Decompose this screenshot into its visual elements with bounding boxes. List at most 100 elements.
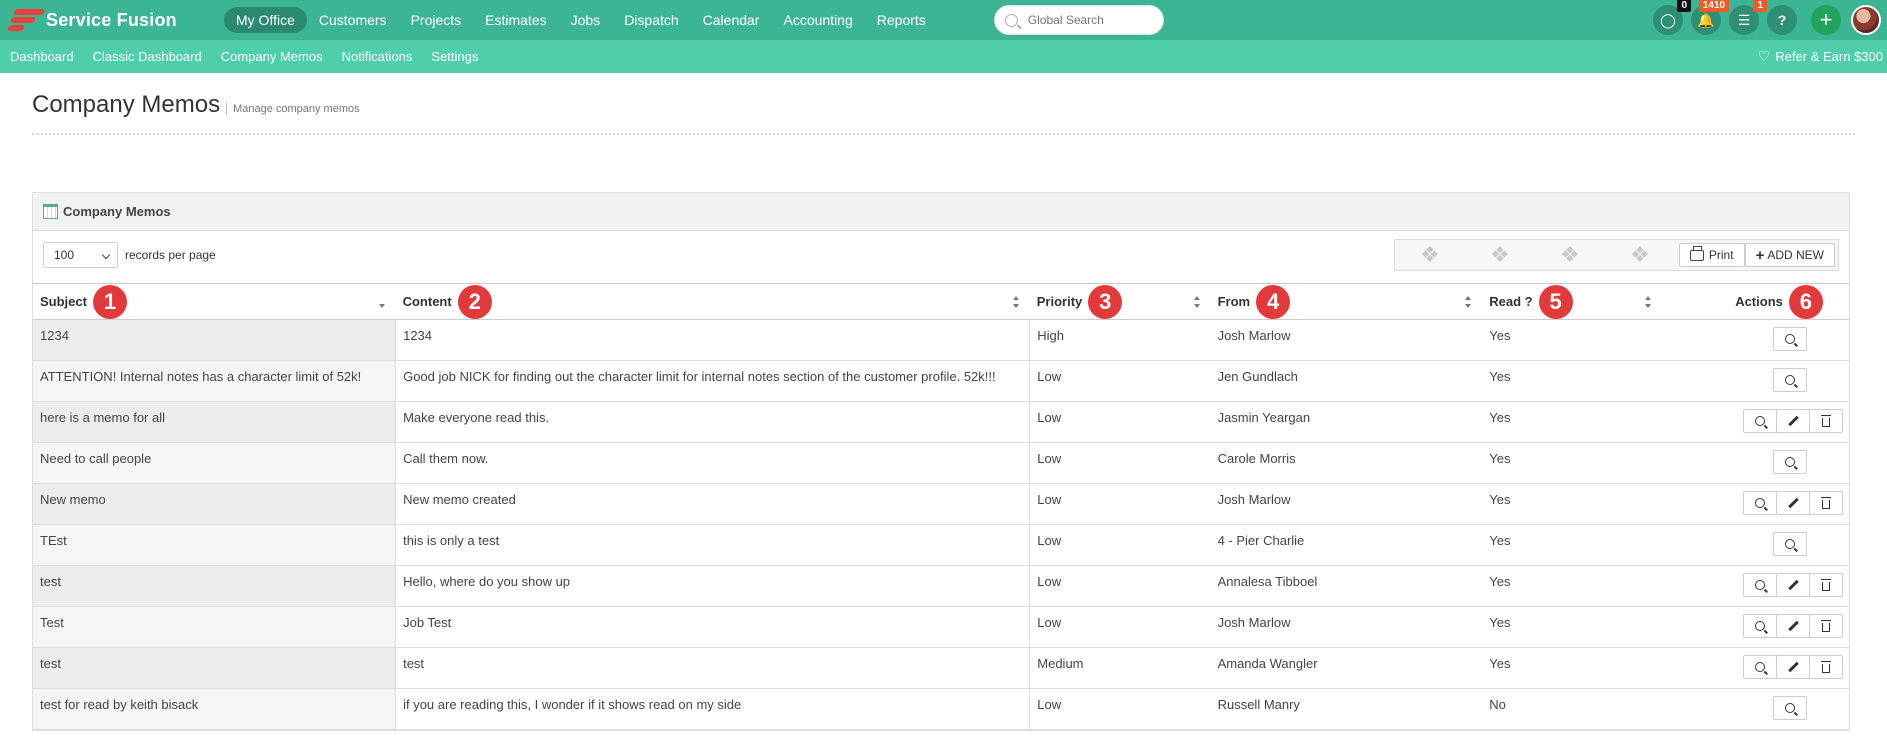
view-button[interactable]	[1773, 532, 1807, 556]
content-cell: Good job NICK for finding out the charac…	[395, 360, 1031, 402]
nav-jobs[interactable]: Jobs	[559, 7, 613, 33]
add-button[interactable]: +	[1811, 5, 1841, 35]
plus-icon: +	[1819, 7, 1833, 32]
global-search[interactable]	[993, 5, 1164, 35]
column-header-read[interactable]: Read ? 5	[1482, 283, 1663, 320]
records-per-page-select[interactable]: 100	[43, 242, 118, 268]
delete-button[interactable]	[1809, 491, 1843, 515]
actions-cell	[1662, 483, 1849, 525]
print-label: Print	[1708, 248, 1734, 262]
tasks-button[interactable]: ☰ 1	[1729, 0, 1767, 35]
column-header-content[interactable]: Content 2	[395, 283, 1030, 320]
app-logo[interactable]: Service Fusion	[0, 6, 224, 34]
nav-reports[interactable]: Reports	[865, 7, 938, 33]
delete-button[interactable]	[1809, 573, 1843, 597]
from-cell: Josh Marlow	[1210, 483, 1483, 525]
help-icon: ?	[1777, 12, 1787, 28]
content-cell: if you are reading this, I wonder if it …	[395, 688, 1031, 730]
column-label: Actions	[1735, 294, 1783, 309]
refer-earn-link[interactable]: ♡ Refer & Earn $300	[1758, 40, 1883, 73]
subnav-notifications[interactable]: Notifications	[332, 49, 422, 64]
edit-button[interactable]	[1776, 573, 1810, 597]
from-cell: Annalesa Tibboel	[1210, 565, 1483, 607]
table-controls: 100 records per page ❖ ❖ ❖ ❖ Print + ADD…	[33, 231, 1849, 283]
edit-button[interactable]	[1776, 614, 1810, 638]
view-button[interactable]	[1773, 696, 1807, 720]
table-row: test for read by keith bisack if you are …	[33, 688, 1849, 730]
action-buttons	[1743, 655, 1843, 679]
panel-title: Company Memos	[63, 204, 171, 219]
chat-button[interactable]: ◯ 0	[1653, 0, 1691, 35]
print-button[interactable]: Print	[1678, 243, 1745, 267]
from-cell: Amanda Wangler	[1210, 647, 1483, 689]
view-button[interactable]	[1743, 614, 1777, 638]
nav-accounting[interactable]: Accounting	[771, 7, 864, 33]
puzzle-icon[interactable]: ❖	[1605, 240, 1675, 270]
nav-projects[interactable]: Projects	[399, 7, 474, 33]
pencil-icon	[1787, 661, 1799, 673]
subnav-company-memos[interactable]: Company Memos	[211, 49, 332, 64]
subnav-settings[interactable]: Settings	[421, 49, 487, 64]
add-new-button[interactable]: + ADD NEW	[1744, 243, 1835, 267]
search-icon	[1755, 416, 1765, 426]
list-icon: ☰	[1737, 11, 1751, 28]
delete-button[interactable]	[1809, 655, 1843, 679]
nav-customers[interactable]: Customers	[307, 7, 399, 33]
column-label: From	[1217, 294, 1251, 309]
from-cell: 4 - Pier Charlie	[1210, 524, 1483, 566]
marker-badge: 4	[1256, 285, 1291, 319]
column-header-priority[interactable]: Priority 3	[1029, 283, 1211, 320]
search-icon	[1785, 375, 1795, 385]
records-per-page-label: records per page	[125, 248, 216, 262]
marker-badge: 6	[1788, 285, 1823, 319]
nav-calendar[interactable]: Calendar	[691, 7, 772, 33]
puzzle-icon[interactable]: ❖	[1395, 240, 1465, 270]
view-button[interactable]	[1773, 327, 1807, 351]
subnav-classic-dashboard[interactable]: Classic Dashboard	[83, 49, 211, 64]
priority-cell: Low	[1029, 401, 1211, 443]
actions-cell	[1662, 360, 1849, 402]
search-icon	[1755, 621, 1765, 631]
help-button[interactable]: ?	[1767, 5, 1797, 35]
column-header-subject[interactable]: Subject 1	[33, 283, 396, 320]
table-row: here is a memo for all Make everyone read…	[33, 401, 1849, 443]
subnav-dashboard[interactable]: Dashboard	[0, 49, 83, 64]
table-row: TEst this is only a test Low 4 - Pier Charl…	[33, 524, 1849, 566]
view-button[interactable]	[1743, 655, 1777, 679]
priority-cell: Low	[1029, 606, 1211, 648]
sub-nav: Dashboard Classic Dashboard Company Memo…	[0, 40, 1887, 73]
edit-button[interactable]	[1776, 409, 1810, 433]
page-title: Company Memos	[32, 91, 221, 118]
delete-button[interactable]	[1809, 409, 1843, 433]
priority-cell: Low	[1029, 565, 1211, 607]
nav-estimates[interactable]: Estimates	[473, 7, 558, 33]
view-button[interactable]	[1773, 450, 1807, 474]
actions-cell	[1662, 319, 1849, 361]
puzzle-icon[interactable]: ❖	[1465, 240, 1535, 270]
read-cell: Yes	[1482, 360, 1663, 402]
view-button[interactable]	[1743, 573, 1777, 597]
search-icon	[1004, 13, 1018, 27]
table-row: Need to call people Call them now. Low Caro…	[33, 442, 1849, 484]
view-button[interactable]	[1743, 491, 1777, 515]
app-name: Service Fusion	[46, 9, 177, 30]
action-buttons	[1743, 573, 1843, 597]
chat-bubble-icon: ◯	[1660, 11, 1676, 28]
action-buttons	[1773, 368, 1807, 392]
view-button[interactable]	[1743, 409, 1777, 433]
nav-my-office[interactable]: My Office	[224, 7, 307, 33]
search-icon	[1785, 539, 1795, 549]
puzzle-icon[interactable]: ❖	[1535, 240, 1605, 270]
delete-button[interactable]	[1809, 614, 1843, 638]
user-avatar[interactable]	[1851, 5, 1881, 35]
table-row: Test Job Test Low Josh Marlow Yes	[33, 606, 1849, 648]
view-button[interactable]	[1773, 368, 1807, 392]
edit-button[interactable]	[1776, 491, 1810, 515]
action-buttons	[1743, 614, 1843, 638]
global-search-input[interactable]	[1027, 13, 1148, 27]
edit-button[interactable]	[1776, 655, 1810, 679]
column-header-from[interactable]: From 4	[1210, 283, 1483, 320]
notifications-button[interactable]: 🔔 1410	[1691, 0, 1729, 35]
nav-dispatch[interactable]: Dispatch	[612, 7, 690, 33]
table-body: 1234 1234 High Josh Marlow Yes ATTENTION! Int…	[33, 319, 1849, 730]
